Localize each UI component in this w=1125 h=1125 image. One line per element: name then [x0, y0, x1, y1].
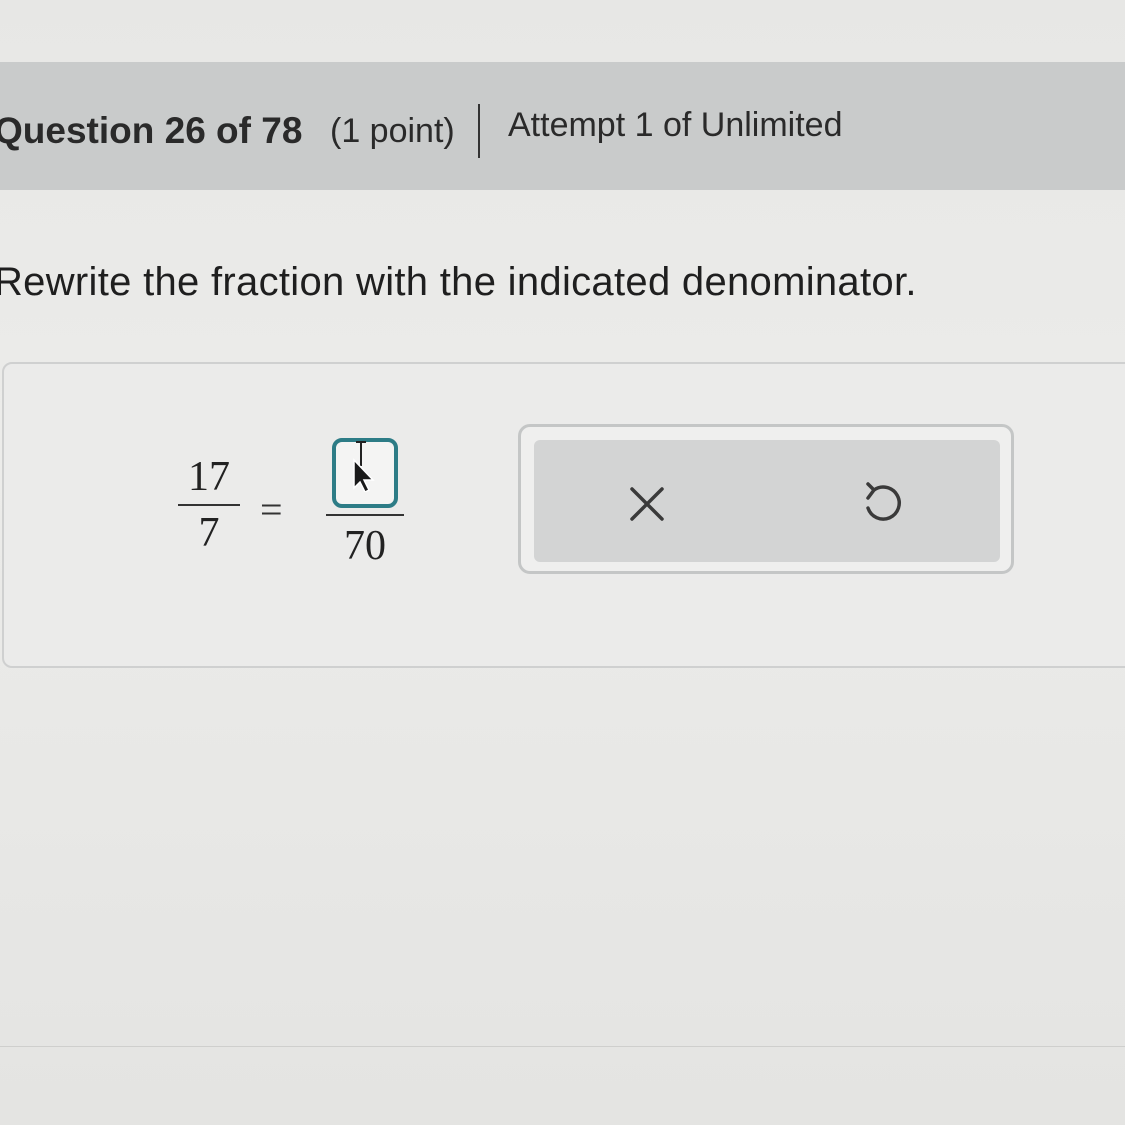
given-fraction-bar — [178, 504, 240, 506]
tools-panel-inner — [534, 440, 1000, 562]
target-fraction-bar — [326, 514, 404, 516]
clear-button[interactable] — [612, 468, 682, 538]
close-icon — [630, 487, 664, 521]
question-points: (1 point) — [330, 112, 455, 150]
target-fraction: 70 — [326, 438, 404, 574]
given-denominator: 7 — [198, 510, 220, 556]
header-divider — [478, 104, 480, 158]
undo-icon — [866, 482, 901, 521]
given-numerator: 17 — [188, 454, 230, 500]
page-divider — [0, 1046, 1125, 1047]
page: Question 26 of 78 (1 point) Attempt 1 of… — [0, 0, 1125, 1125]
given-fraction: 17 7 — [178, 452, 240, 558]
question-instruction: Rewrite the fraction with the indicated … — [0, 260, 917, 304]
mouse-pointer-icon — [353, 441, 375, 492]
undo-button[interactable] — [846, 468, 916, 538]
question-number: Question 26 of 78 — [0, 110, 303, 151]
attempt-counter: Attempt 1 of Unlimited — [508, 106, 843, 144]
equals-sign: = — [260, 487, 283, 532]
target-denominator: 70 — [344, 523, 386, 569]
